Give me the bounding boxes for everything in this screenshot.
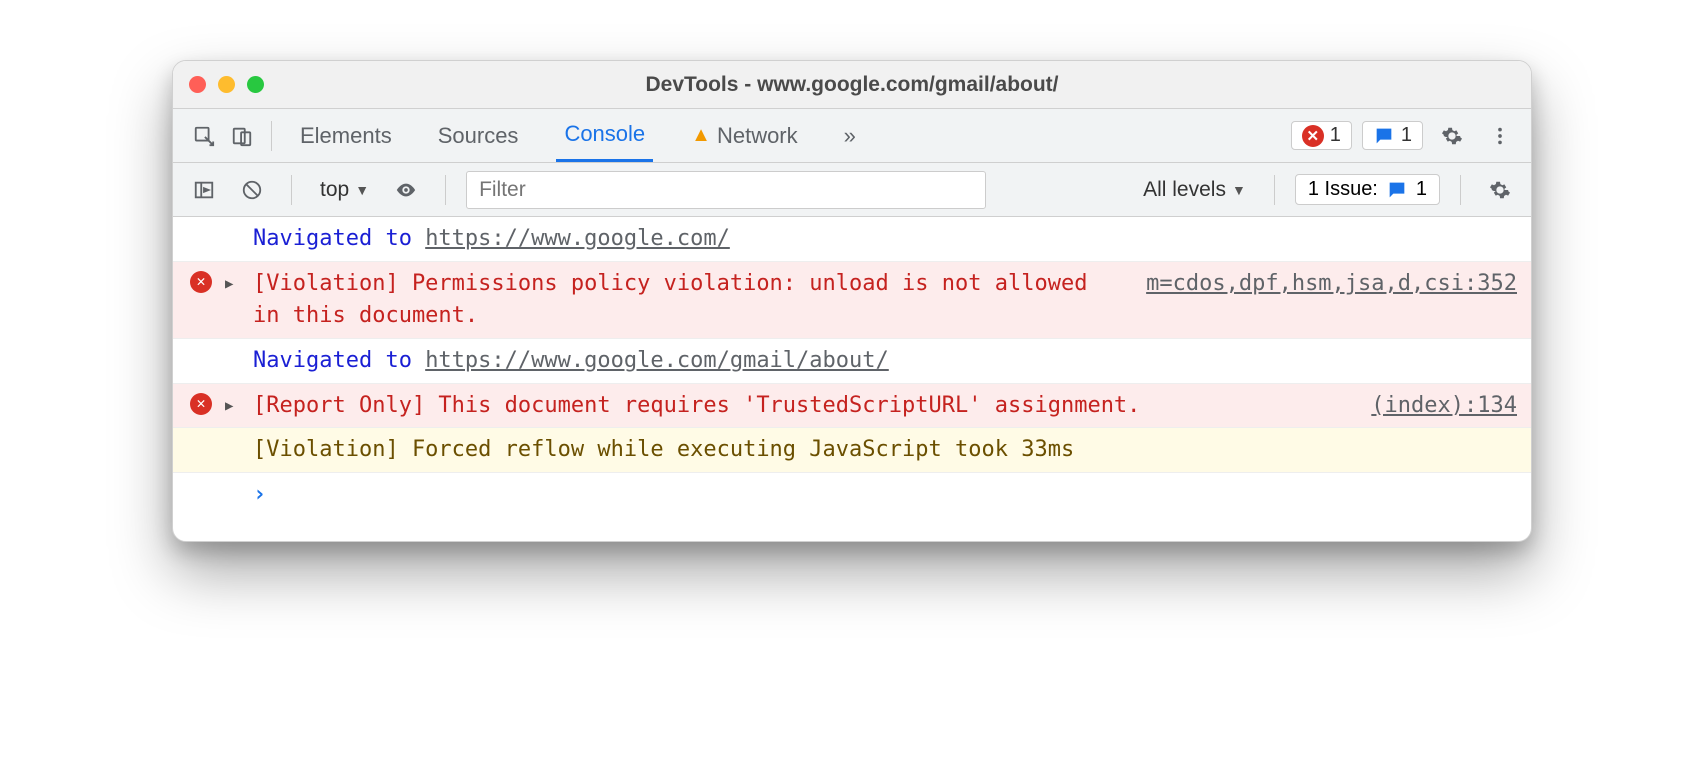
errors-badge[interactable]: ✕ 1 [1291, 121, 1352, 150]
context-label: top [320, 178, 349, 202]
error-icon: ✕ [1302, 125, 1324, 147]
nav-url[interactable]: https://www.google.com/gmail/about/ [425, 348, 889, 373]
separator [291, 175, 292, 205]
more-menu-icon[interactable] [1481, 117, 1519, 155]
message-icon [1373, 125, 1395, 147]
live-expression-icon[interactable] [387, 171, 425, 209]
error-icon: ✕ [190, 393, 212, 415]
expand-toggle[interactable]: ▶ [225, 390, 243, 416]
source-link[interactable]: m=cdos,dpf,hsm,jsa,d,csi:352 [1136, 268, 1517, 300]
console-error-entry: ✕ ▶ [Violation] Permissions policy viola… [173, 262, 1531, 339]
titlebar: DevTools - www.google.com/gmail/about/ [173, 61, 1531, 109]
nav-url[interactable]: https://www.google.com/ [425, 226, 730, 251]
tab-network-label: Network [717, 123, 798, 149]
messages-count: 1 [1401, 124, 1412, 147]
separator [1274, 175, 1275, 205]
console-violation-entry: [Violation] Forced reflow while executin… [173, 428, 1531, 473]
filter-input[interactable] [466, 171, 986, 209]
tab-network[interactable]: ▲ Network [683, 111, 805, 161]
toggle-sidebar-icon[interactable] [185, 171, 223, 209]
separator [1460, 175, 1461, 205]
console-prompt[interactable]: › [173, 473, 1531, 541]
console-navigation-entry: Navigated to https://www.google.com/gmai… [173, 339, 1531, 384]
errors-count: 1 [1330, 124, 1341, 147]
console-navigation-entry: Navigated to https://www.google.com/ [173, 217, 1531, 262]
console-filterbar: top ▼ All levels ▼ 1 Issue: 1 [173, 163, 1531, 217]
context-selector[interactable]: top ▼ [312, 174, 377, 206]
levels-label: All levels [1143, 178, 1226, 202]
maximize-window-button[interactable] [247, 76, 264, 93]
device-toolbar-icon[interactable] [223, 117, 261, 155]
main-tabbar: Elements Sources Console ▲ Network » ✕ 1… [173, 109, 1531, 163]
close-window-button[interactable] [189, 76, 206, 93]
warning-icon: ▲ [691, 124, 711, 147]
issues-count: 1 [1416, 178, 1427, 201]
tab-console[interactable]: Console [556, 109, 653, 162]
chevron-down-icon: ▼ [1232, 182, 1246, 198]
messages-badge[interactable]: 1 [1362, 121, 1423, 150]
clear-console-icon[interactable] [233, 171, 271, 209]
nav-prefix: Navigated to [253, 226, 425, 251]
minimize-window-button[interactable] [218, 76, 235, 93]
log-levels-selector[interactable]: All levels ▼ [1135, 174, 1254, 206]
tabs-overflow-button[interactable]: » [836, 111, 864, 161]
console-settings-icon[interactable] [1481, 171, 1519, 209]
inspect-element-icon[interactable] [185, 117, 223, 155]
error-message: [Report Only] This document requires 'Tr… [253, 390, 1351, 422]
source-link[interactable]: (index):134 [1361, 390, 1517, 422]
traffic-lights [189, 76, 264, 93]
prompt-caret: › [253, 479, 1517, 511]
issues-button[interactable]: 1 Issue: 1 [1295, 174, 1440, 205]
settings-icon[interactable] [1433, 117, 1471, 155]
panel-tabs: Elements Sources Console ▲ Network » [292, 109, 864, 162]
tab-sources[interactable]: Sources [430, 111, 527, 161]
window-title: DevTools - www.google.com/gmail/about/ [173, 73, 1531, 97]
error-icon: ✕ [190, 271, 212, 293]
separator [271, 121, 272, 151]
tab-elements[interactable]: Elements [292, 111, 400, 161]
message-icon [1386, 179, 1408, 201]
nav-prefix: Navigated to [253, 348, 425, 373]
warning-message: [Violation] Forced reflow while executin… [253, 434, 1517, 466]
chevron-down-icon: ▼ [355, 182, 369, 198]
expand-toggle[interactable]: ▶ [225, 268, 243, 294]
console-output: Navigated to https://www.google.com/ ✕ ▶… [173, 217, 1531, 541]
console-error-entry: ✕ ▶ [Report Only] This document requires… [173, 384, 1531, 429]
separator [445, 175, 446, 205]
issues-label: 1 Issue: [1308, 178, 1378, 201]
devtools-window: DevTools - www.google.com/gmail/about/ E… [172, 60, 1532, 542]
error-message: [Violation] Permissions policy violation… [253, 268, 1126, 332]
